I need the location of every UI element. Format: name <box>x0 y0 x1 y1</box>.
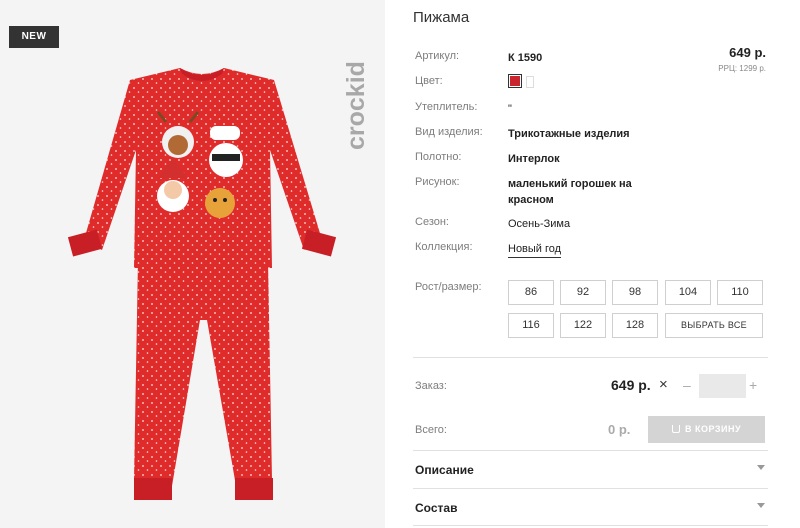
chevron-down-icon <box>757 503 765 508</box>
product-price: 649 р. <box>729 45 766 60</box>
color-swatch-red[interactable] <box>508 74 522 88</box>
product-details: Пижама Артикул: К 1590 649 р. РРЦ: 1299 … <box>413 0 768 528</box>
select-all-sizes-button[interactable]: ВЫБРАТЬ ВСЕ <box>665 313 763 338</box>
attr-article-value: К 1590 <box>508 52 543 64</box>
size-option-128[interactable]: 128 <box>612 313 658 338</box>
attr-collection-label: Коллекция: <box>415 241 473 253</box>
divider <box>413 450 768 451</box>
accordion-description[interactable]: Описание <box>415 463 765 477</box>
attr-color: Цвет: <box>413 74 613 91</box>
decrease-qty-button[interactable]: – <box>683 377 691 393</box>
attr-type-value: Трикотажные изделия <box>508 128 630 140</box>
size-option-98[interactable]: 98 <box>612 280 658 305</box>
size-option-116[interactable]: 116 <box>508 313 554 338</box>
total-label: Всего: <box>415 424 447 436</box>
brand-logo: crockid <box>342 61 370 150</box>
attr-fabric-label: Полотно: <box>415 151 462 163</box>
chevron-down-icon <box>757 465 765 470</box>
new-badge: NEW <box>9 26 59 48</box>
cart-icon <box>671 425 680 433</box>
increase-qty-button[interactable]: + <box>749 377 757 393</box>
size-option-92[interactable]: 92 <box>560 280 606 305</box>
brand-logo-text: crockid <box>342 61 370 150</box>
accordion-composition-label: Состав <box>415 501 458 515</box>
divider <box>413 357 768 358</box>
add-to-cart-button[interactable]: В КОРЗИНУ <box>648 416 765 443</box>
size-label: Рост/размер: <box>415 281 482 293</box>
accordion-description-label: Описание <box>415 463 474 477</box>
product-image-panel: NEW crockid <box>0 0 385 528</box>
collection-link[interactable]: Новый год <box>508 243 562 258</box>
pajama-photo <box>67 68 337 500</box>
quantity-input[interactable] <box>699 374 746 398</box>
attr-pattern-label: Рисунок: <box>415 176 460 188</box>
size-option-86[interactable]: 86 <box>508 280 554 305</box>
size-option-104[interactable]: 104 <box>665 280 711 305</box>
attr-insulation-value: " <box>508 103 512 115</box>
product-title: Пижама <box>413 9 470 26</box>
add-to-cart-label: В КОРЗИНУ <box>684 424 742 434</box>
attr-collection-value: Новый год <box>508 241 648 258</box>
attr-season-value: Осень-Зима <box>508 218 571 230</box>
remove-icon[interactable]: × <box>659 376 668 393</box>
attr-article-label: Артикул: <box>415 50 460 62</box>
attr-insulation-label: Утеплитель: <box>415 101 478 113</box>
divider <box>413 525 768 526</box>
attr-type-label: Вид изделия: <box>415 126 483 138</box>
total-value: 0 р. <box>608 422 631 437</box>
size-option-122[interactable]: 122 <box>560 313 606 338</box>
size-option-110[interactable]: 110 <box>717 280 763 305</box>
divider <box>413 488 768 489</box>
color-swatch-empty[interactable] <box>526 76 534 88</box>
attr-color-label: Цвет: <box>415 75 443 87</box>
accordion-composition[interactable]: Состав <box>415 501 765 515</box>
attr-pattern-value: маленький горошек на красном <box>508 178 632 206</box>
attr-fabric-value: Интерлок <box>508 153 560 165</box>
order-price: 649 р. <box>611 377 651 393</box>
product-rrp: РРЦ: 1299 р. <box>718 64 766 73</box>
order-label: Заказ: <box>415 380 447 392</box>
attr-season-label: Сезон: <box>415 216 449 228</box>
